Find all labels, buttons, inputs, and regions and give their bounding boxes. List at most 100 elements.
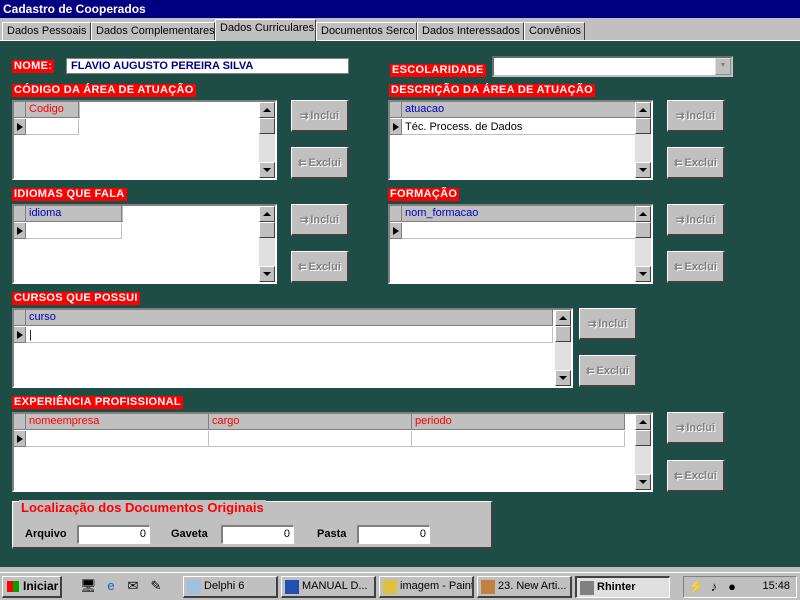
gaveta-field[interactable]: 0 xyxy=(221,525,294,544)
cursos-grid-header: curso xyxy=(14,310,553,326)
tab-dados-interessados[interactable]: Dados Interessados xyxy=(417,22,524,40)
chevron-down-icon[interactable]: ▼ xyxy=(715,58,731,75)
cargo-cell[interactable] xyxy=(209,431,412,447)
periodo-cell[interactable] xyxy=(412,431,625,447)
nom-formacao-column-header[interactable]: nom_formacao xyxy=(402,206,637,222)
scroll-down-icon[interactable] xyxy=(635,474,651,490)
idiomas-grid[interactable]: idioma xyxy=(12,204,277,284)
scroll-down-icon[interactable] xyxy=(259,266,275,282)
escolaridade-select[interactable]: ▼ xyxy=(492,56,733,77)
codigo-grid-header: Codigo xyxy=(14,102,80,118)
quick-launch-icon[interactable]: ✎ xyxy=(148,578,164,594)
scroll-thumb[interactable] xyxy=(555,326,571,342)
curricular-panel: NOME: FLAVIO AUGUSTO PEREIRA SILVA ESCOL… xyxy=(0,40,800,567)
codigo-column-header[interactable]: Codigo xyxy=(26,102,79,118)
pasta-field[interactable]: 0 xyxy=(357,525,430,544)
formacao-exclui-button[interactable]: ⇇ Exclui xyxy=(667,251,725,283)
scroll-thumb[interactable] xyxy=(259,222,275,238)
descricao-inclui-button[interactable]: ⇉ Inclui xyxy=(667,100,725,132)
codigo-exclui-button[interactable]: ⇇ Exclui xyxy=(291,147,349,179)
idiomas-exclui-button[interactable]: ⇇ Exclui xyxy=(291,251,349,283)
remove-icon: ⇇ xyxy=(674,262,683,273)
experiencia-grid[interactable]: nomeempresa cargo periodo xyxy=(12,412,653,492)
formacao-cell[interactable] xyxy=(402,223,637,239)
start-button[interactable]: Iniciar xyxy=(2,576,62,598)
cursos-grid[interactable]: curso | xyxy=(12,308,573,388)
localizacao-groupbox: Localização dos Documentos Originais Arq… xyxy=(12,500,493,549)
scroll-up-icon[interactable] xyxy=(635,414,651,430)
taskbar-item-rhinter[interactable]: Rhinter xyxy=(575,576,670,598)
scroll-up-icon[interactable] xyxy=(259,102,275,118)
desktop-icon[interactable]: 🖥 xyxy=(80,578,97,594)
cursos-exclui-button[interactable]: ⇇ Exclui xyxy=(579,355,637,387)
taskbar-item-paint[interactable]: imagem - Paint xyxy=(379,576,474,598)
idioma-column-header[interactable]: idioma xyxy=(26,206,122,222)
experiencia-exclui-button[interactable]: ⇇ Exclui xyxy=(667,460,725,492)
taskbar-item-delphi[interactable]: Delphi 6 xyxy=(183,576,278,598)
descricao-scrollbar[interactable] xyxy=(635,102,651,178)
app-icon xyxy=(580,581,594,595)
clock[interactable]: 15:48 xyxy=(762,580,790,592)
volume-icon[interactable]: ♪ xyxy=(706,579,722,595)
experiencia-scrollbar[interactable] xyxy=(635,414,651,490)
cursos-scrollbar[interactable] xyxy=(555,310,571,386)
tab-dados-complementares[interactable]: Dados Complementares xyxy=(91,22,215,40)
curso-cell[interactable]: | xyxy=(26,327,553,343)
formacao-grid[interactable]: nom_formacao xyxy=(388,204,653,284)
scroll-down-icon[interactable] xyxy=(635,162,651,178)
formacao-scrollbar[interactable] xyxy=(635,206,651,282)
periodo-column-header[interactable]: periodo xyxy=(412,414,625,430)
arquivo-label: Arquivo xyxy=(25,528,67,540)
idiomas-scrollbar[interactable] xyxy=(259,206,275,282)
remove-icon: ⇇ xyxy=(674,158,683,169)
system-tray: ⚡ ♪ ● 15:48 xyxy=(683,576,797,598)
word-icon xyxy=(285,580,299,594)
row-indicator-icon xyxy=(14,119,26,135)
codigo-scrollbar[interactable] xyxy=(259,102,275,178)
scroll-down-icon[interactable] xyxy=(635,266,651,282)
scroll-up-icon[interactable] xyxy=(555,310,571,326)
outlook-icon[interactable]: ✉ xyxy=(125,578,141,594)
experiencia-inclui-button[interactable]: ⇉ Inclui xyxy=(667,412,725,444)
cargo-column-header[interactable]: cargo xyxy=(209,414,412,430)
tab-dados-curriculares[interactable]: Dados Curriculares xyxy=(215,19,316,41)
taskbar-item-manual[interactable]: MANUAL D... xyxy=(281,576,376,598)
nomeempresa-cell[interactable] xyxy=(26,431,209,447)
idiomas-inclui-button[interactable]: ⇉ Inclui xyxy=(291,204,349,236)
curso-column-header[interactable]: curso xyxy=(26,310,553,326)
codigo-cell[interactable] xyxy=(26,119,79,135)
nomeempresa-column-header[interactable]: nomeempresa xyxy=(26,414,209,430)
tray-app-icon[interactable]: ● xyxy=(724,579,740,595)
descricao-exclui-button[interactable]: ⇇ Exclui xyxy=(667,147,725,179)
codigo-inclui-button[interactable]: ⇉ Inclui xyxy=(291,100,349,132)
nome-field[interactable]: FLAVIO AUGUSTO PEREIRA SILVA xyxy=(66,58,349,74)
scroll-thumb[interactable] xyxy=(635,118,651,134)
taskbar-item-new-article[interactable]: 23. New Arti... xyxy=(477,576,572,598)
scroll-down-icon[interactable] xyxy=(555,370,571,386)
arquivo-field[interactable]: 0 xyxy=(77,525,150,544)
atuacao-column-header[interactable]: atuacao xyxy=(402,102,637,118)
scroll-up-icon[interactable] xyxy=(635,206,651,222)
scroll-thumb[interactable] xyxy=(259,118,275,134)
tab-dados-pessoais[interactable]: Dados Pessoais xyxy=(2,22,91,40)
idioma-cell[interactable] xyxy=(26,223,122,239)
scroll-thumb[interactable] xyxy=(635,430,651,446)
formacao-inclui-button[interactable]: ⇉ Inclui xyxy=(667,204,725,236)
tab-documentos-serco[interactable]: Documentos Serco xyxy=(316,22,417,40)
scroll-up-icon[interactable] xyxy=(259,206,275,222)
tab-convenios[interactable]: Convênios xyxy=(524,22,585,40)
internet-explorer-icon[interactable]: e xyxy=(103,578,119,594)
descricao-grid[interactable]: atuacao Téc. Process. de Dados xyxy=(388,100,653,180)
codigo-grid[interactable]: Codigo xyxy=(12,100,277,180)
pasta-label: Pasta xyxy=(317,528,347,540)
scroll-up-icon[interactable] xyxy=(635,102,651,118)
remove-icon: ⇇ xyxy=(298,262,307,273)
scroll-thumb[interactable] xyxy=(635,222,651,238)
atuacao-cell[interactable]: Téc. Process. de Dados xyxy=(402,119,637,135)
cursos-inclui-button[interactable]: ⇉ Inclui xyxy=(579,308,637,340)
scroll-down-icon[interactable] xyxy=(259,162,275,178)
cursos-label: CURSOS QUE POSSUI xyxy=(12,292,140,305)
network-icon[interactable]: ⚡ xyxy=(688,579,704,595)
formacao-label: FORMAÇÃO xyxy=(388,188,460,201)
add-icon: ⇉ xyxy=(675,215,685,226)
